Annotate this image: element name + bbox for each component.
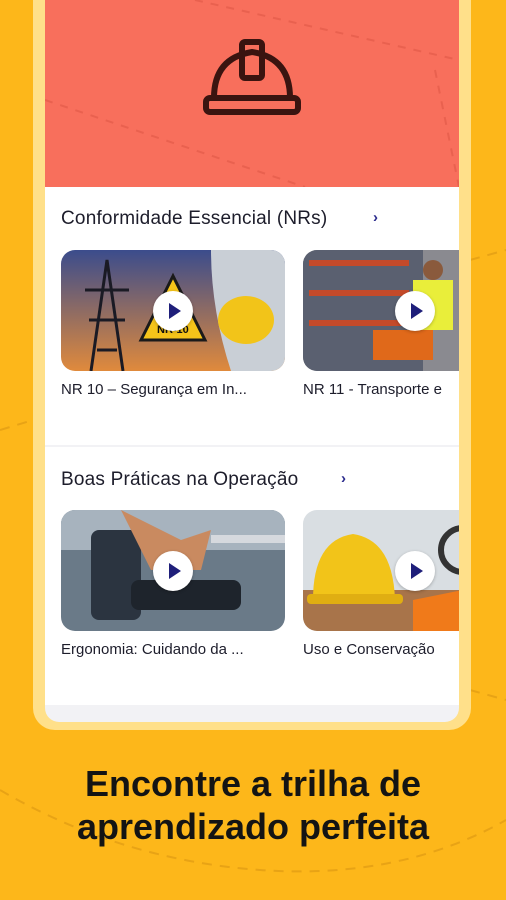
marketing-caption: Encontre a trilha de aprendizado perfeit…: [0, 762, 506, 848]
hard-hat-icon: [203, 39, 301, 115]
play-icon[interactable]: [395, 551, 435, 591]
caption-line-1: Encontre a trilha de: [84, 763, 422, 804]
section-boas-praticas: Boas Práticas na Operação › Ergonomia: C…: [45, 447, 459, 705]
course-title: Ergonomia: Cuidando da ...: [61, 641, 244, 658]
play-icon[interactable]: [395, 291, 435, 331]
section-title[interactable]: Boas Práticas na Operação: [61, 469, 298, 491]
course-thumbnail[interactable]: [61, 510, 285, 631]
chevron-right-icon[interactable]: ›: [373, 209, 378, 226]
play-icon[interactable]: [153, 551, 193, 591]
course-title: Uso e Conservação: [303, 641, 435, 658]
hero-banner: [45, 0, 459, 187]
course-thumbnail[interactable]: NR-10: [61, 250, 285, 371]
course-title: NR 11 - Transporte e: [303, 381, 442, 398]
play-icon[interactable]: [153, 291, 193, 331]
section-conformidade: Conformidade Essencial (NRs) › NR 10 – S…: [45, 187, 459, 445]
course-thumbnail[interactable]: [303, 510, 459, 631]
course-thumbnail[interactable]: [303, 250, 459, 371]
thumbnail-image: [303, 510, 459, 631]
chevron-right-icon[interactable]: ›: [341, 470, 346, 487]
course-title: NR 10 – Segurança em In...: [61, 381, 247, 398]
caption-line-2: aprendizado perfeita: [76, 806, 430, 847]
section-title[interactable]: Conformidade Essencial (NRs): [61, 208, 327, 230]
app-screen: Conformidade Essencial (NRs) › NR 10 – S…: [45, 0, 459, 722]
thumbnail-image: [303, 250, 459, 371]
